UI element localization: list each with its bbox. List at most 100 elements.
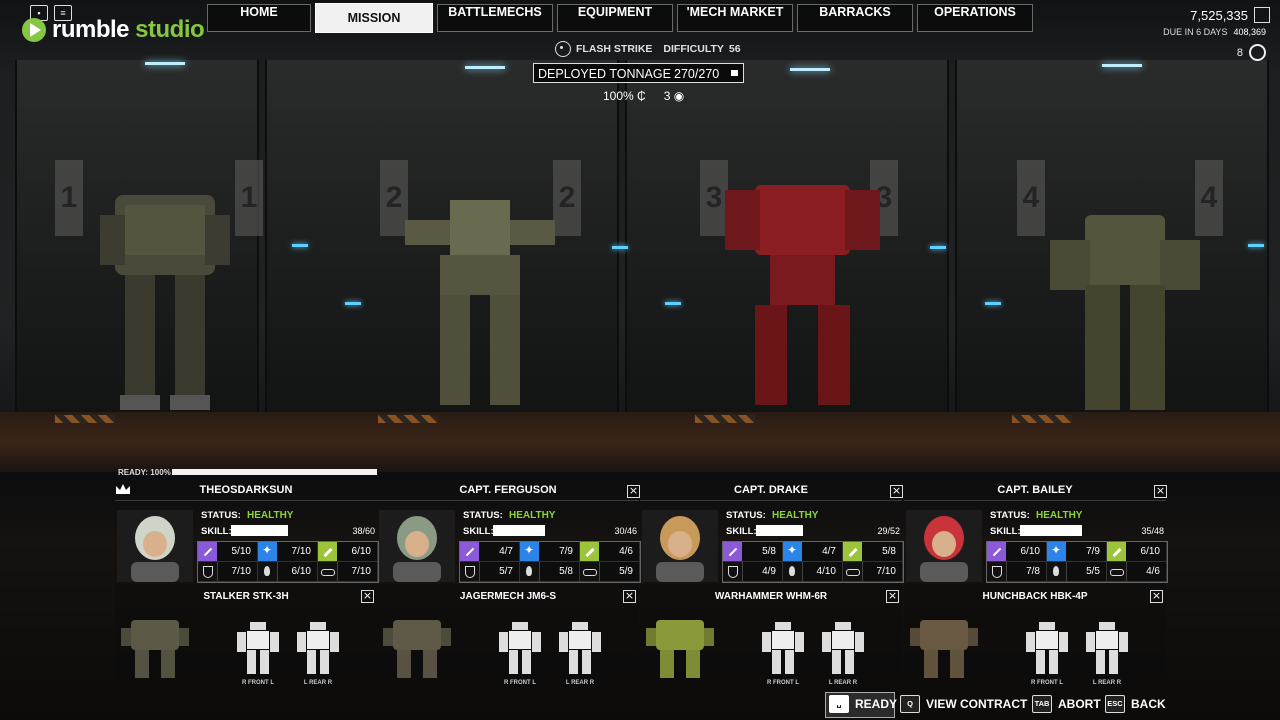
ready-progress-bar	[172, 469, 377, 475]
pilot-name[interactable]: THEOSDARKSUN	[115, 484, 377, 496]
remove-pilot-button[interactable]: ×	[1154, 485, 1167, 498]
guts-icon	[843, 542, 862, 561]
piloting-icon	[783, 541, 802, 561]
pilot-portrait[interactable]	[117, 510, 193, 582]
remove-pilot-button[interactable]: ×	[890, 485, 903, 498]
skill-label: SKILL:	[463, 526, 494, 537]
main-nav: HOME MISSION BATTLEMECHS EQUIPMENT 'MECH…	[207, 3, 1033, 33]
armor-paperdoll-rear-icon	[559, 622, 601, 674]
mech-thumbnail[interactable]	[117, 614, 193, 682]
attribute-value: 6/10	[1140, 546, 1160, 557]
wall-lamp	[930, 246, 946, 249]
exit-icon[interactable]	[1254, 7, 1270, 23]
remove-mech-button[interactable]: ×	[361, 590, 374, 603]
tab-key-icon: TAB	[1032, 695, 1052, 713]
piloting-icon	[1047, 541, 1066, 561]
tab-mission[interactable]: MISSION	[315, 3, 433, 33]
resolve-icon	[258, 562, 278, 581]
action-ready[interactable]: ␣ READY	[829, 692, 897, 716]
divider	[377, 500, 639, 501]
action-back[interactable]: ESC BACK	[1105, 692, 1166, 716]
due-label: DUE IN 6 DAYS	[1163, 27, 1228, 37]
pilot-attributes: 6/10 7/9 6/10 7/8 5/5 4/6	[986, 541, 1168, 583]
status-label: STATUS:	[990, 510, 1030, 521]
settings-icon[interactable]	[1249, 44, 1266, 61]
attribute-value: 4/6	[1146, 566, 1160, 577]
contract-terms: 100% ₵ 3 ◉	[603, 89, 684, 103]
resolve-icon	[1047, 562, 1067, 581]
attribute-value: 5/8	[559, 566, 573, 577]
skill-value: 38/60	[352, 526, 375, 536]
credits-percent: 100% ₵	[603, 89, 646, 103]
action-abort[interactable]: TAB ABORT	[1032, 692, 1101, 716]
divider	[640, 500, 902, 501]
pilot-attribute: 6/10	[987, 542, 1047, 562]
due-line: DUE IN 6 DAYS 408,369	[1163, 27, 1266, 37]
lance-slot[interactable]: CAPT. BAILEY × STATUS: HEALTHY SKILL: 35…	[904, 480, 1168, 690]
mech-card[interactable]: JAGERMECH JM6-S × R FRONT L L REAR R	[377, 584, 639, 690]
pilot-attribute: 5/8	[723, 542, 783, 562]
tab-mech-market[interactable]: 'MECH MARKET	[677, 4, 793, 32]
mech-thumbnail[interactable]	[379, 614, 455, 682]
due-amount: 408,369	[1233, 27, 1266, 37]
tab-operations[interactable]: OPERATIONS	[917, 4, 1033, 32]
pilot-name[interactable]: CAPT. BAILEY	[904, 484, 1166, 496]
wall-lamp	[612, 246, 628, 249]
pilot-attribute: 4/6	[1107, 562, 1167, 582]
remove-mech-button[interactable]: ×	[886, 590, 899, 603]
pilot-portrait[interactable]	[906, 510, 982, 582]
pilot-portrait[interactable]	[642, 510, 718, 582]
remove-mech-button[interactable]: ×	[623, 590, 636, 603]
mech-thumbnail[interactable]	[906, 614, 982, 682]
pilot-portrait[interactable]	[379, 510, 455, 582]
attribute-value: 7/10	[351, 566, 371, 577]
injury-icon	[580, 562, 600, 581]
paperdoll-front-label: R FRONT L	[767, 680, 799, 686]
gunnery-icon	[987, 542, 1006, 561]
mission-name: FLASH STRIKE	[576, 43, 653, 55]
lance-slot[interactable]: THEOSDARKSUN STATUS: HEALTHY SKILL: 38/6…	[115, 480, 379, 690]
paperdoll-rear-label: L REAR R	[303, 680, 333, 686]
lance-slot[interactable]: CAPT. FERGUSON × STATUS: HEALTHY SKILL: …	[377, 480, 641, 690]
status-label: STATUS:	[201, 510, 241, 521]
tab-home[interactable]: HOME	[207, 4, 311, 32]
armor-paperdoll-front-icon	[237, 622, 279, 674]
mech-hunchback-bay	[1050, 215, 1200, 410]
attribute-value: 5/5	[1086, 566, 1100, 577]
pilot-attribute: 6/10	[258, 562, 318, 582]
paperdoll-front-label: R FRONT L	[242, 680, 274, 686]
ceiling-light	[145, 62, 185, 65]
pilot-attribute: 7/10	[843, 562, 903, 582]
pilot-attribute: 5/8	[843, 542, 903, 562]
mech-card[interactable]: HUNCHBACK HBK-4P × R FRONT L L REAR R	[904, 584, 1166, 690]
tab-battlemechs[interactable]: BATTLEMECHS	[437, 4, 553, 32]
mech-card[interactable]: WARHAMMER WHM-6R × R FRONT L L REAR R	[640, 584, 902, 690]
pilot-name[interactable]: CAPT. DRAKE	[640, 484, 902, 496]
attribute-value: 6/10	[1020, 546, 1040, 557]
pilot-name[interactable]: CAPT. FERGUSON	[377, 484, 639, 496]
tonnage-value: 270/270	[674, 67, 720, 81]
divider	[115, 500, 377, 501]
attribute-value: 7/8	[1026, 566, 1040, 577]
skill-progress-bar	[756, 525, 803, 536]
bay-number: 1	[55, 160, 83, 236]
piloting-icon	[258, 541, 277, 561]
attribute-value: 7/10	[876, 566, 896, 577]
pilot-attribute: 7/9	[520, 541, 580, 562]
action-view-contract[interactable]: Q VIEW CONTRACT	[900, 692, 1027, 716]
pilot-count: 8	[1237, 44, 1266, 61]
wall-lamp	[345, 302, 361, 305]
pilot-attribute: 7/8	[987, 562, 1047, 582]
attribute-value: 5/8	[882, 546, 896, 557]
remove-pilot-button[interactable]: ×	[627, 485, 640, 498]
mech-name: JAGERMECH JM6-S	[459, 591, 557, 602]
mech-card[interactable]: STALKER STK-3H × R FRONT L L REAR R	[115, 584, 377, 690]
tactics-icon	[987, 562, 1007, 581]
mech-thumbnail[interactable]	[642, 614, 718, 682]
skill-progress-bar	[493, 525, 545, 536]
tab-barracks[interactable]: BARRACKS	[797, 4, 913, 32]
tab-equipment[interactable]: EQUIPMENT	[557, 4, 673, 32]
lance-slot[interactable]: CAPT. DRAKE × STATUS: HEALTHY SKILL: 29/…	[640, 480, 904, 690]
remove-mech-button[interactable]: ×	[1150, 590, 1163, 603]
wall-lamp	[985, 302, 1001, 305]
